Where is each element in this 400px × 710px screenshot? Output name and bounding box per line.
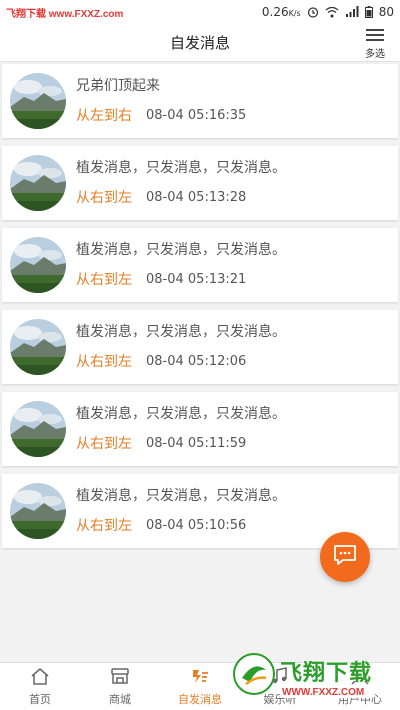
user-icon — [350, 667, 370, 689]
network-speed: 0.26K/s — [261, 5, 301, 19]
message-time: 08-04 05:11:59 — [146, 435, 247, 451]
tab-label: 用户中心 — [338, 692, 382, 706]
avatar — [10, 319, 66, 375]
page-title: 自发消息 — [169, 34, 230, 52]
message-time: 08-04 05:10:56 — [146, 517, 247, 533]
tab-label: 自发消息 — [178, 692, 222, 706]
message-text: 植发消息，只发消息，只发消息。 — [76, 406, 286, 422]
message-item[interactable]: 植发消息，只发消息，只发消息。 从右到左 08-04 05:13:28 — [2, 146, 398, 220]
avatar — [10, 401, 66, 457]
tab-home[interactable]: 首页 — [0, 663, 80, 710]
message-item[interactable]: 植发消息，只发消息，只发消息。 从右到左 08-04 05:11:59 — [2, 392, 398, 466]
message-text: 植发消息，只发消息，只发消息。 — [76, 324, 286, 340]
wifi-icon — [325, 6, 339, 18]
message-direction: 从右到左 — [76, 436, 132, 452]
battery-icon — [364, 6, 373, 18]
multi-select-label: 多选 — [365, 49, 385, 60]
message-item[interactable]: 植发消息，只发消息，只发消息。 从右到左 08-04 05:12:06 — [2, 310, 398, 384]
message-time: 08-04 05:12:06 — [146, 353, 247, 369]
message-item[interactable]: 兄弟们顶起来 从左到右 08-04 05:16:35 — [2, 64, 398, 138]
signal-icon — [345, 6, 359, 18]
message-time: 08-04 05:16:35 — [146, 107, 247, 123]
status-indicators: 0.26K/s 80 — [262, 5, 394, 19]
message-text: 植发消息，只发消息，只发消息。 — [76, 160, 286, 176]
message-direction: 从左到右 — [76, 108, 132, 124]
alarm-icon — [307, 6, 319, 18]
message-text: 植发消息，只发消息，只发消息。 — [76, 242, 286, 258]
menu-icon — [366, 26, 384, 44]
bottom-tab-bar: 首页 商城 自发消息 娱乐听 用户中心 — [0, 662, 400, 710]
message-list: 兄弟们顶起来 从左到右 08-04 05:16:35 植发消息，只发消息，只发消… — [0, 64, 400, 556]
multi-select-button[interactable]: 多选 — [358, 24, 392, 62]
music-icon — [270, 666, 290, 689]
tab-label: 商城 — [109, 692, 131, 706]
message-text: 植发消息，只发消息，只发消息。 — [76, 488, 286, 504]
tab-music[interactable]: 娱乐听 — [240, 663, 320, 710]
app-header: 自发消息 多选 — [0, 24, 400, 62]
tab-messages[interactable]: 自发消息 — [160, 663, 240, 710]
avatar — [10, 73, 66, 129]
tab-user-center[interactable]: 用户中心 — [320, 663, 400, 710]
chat-fab-button[interactable] — [320, 532, 370, 582]
message-direction: 从右到左 — [76, 272, 132, 288]
message-text: 兄弟们顶起来 — [76, 78, 160, 94]
avatar — [10, 155, 66, 211]
chat-bubble-icon — [333, 544, 357, 570]
status-bar: 飞翔下载 www.FXXZ.com 0.26K/s 80 — [0, 0, 400, 24]
battery-level: 80 — [378, 5, 394, 19]
store-icon — [110, 667, 130, 689]
avatar — [10, 237, 66, 293]
avatar — [10, 483, 66, 539]
tab-store[interactable]: 商城 — [80, 663, 160, 710]
message-icon — [190, 667, 210, 689]
message-direction: 从右到左 — [76, 354, 132, 370]
message-item[interactable]: 植发消息，只发消息，只发消息。 从右到左 08-04 05:13:21 — [2, 228, 398, 302]
tab-label: 娱乐听 — [263, 692, 297, 706]
message-time: 08-04 05:13:28 — [146, 189, 247, 205]
message-time: 08-04 05:13:21 — [146, 271, 247, 287]
message-direction: 从右到左 — [76, 190, 132, 206]
message-direction: 从右到左 — [76, 518, 132, 534]
watermark-text: 飞翔下载 www.FXXZ.com — [6, 8, 124, 20]
home-icon — [30, 667, 50, 689]
tab-label: 首页 — [29, 692, 51, 706]
